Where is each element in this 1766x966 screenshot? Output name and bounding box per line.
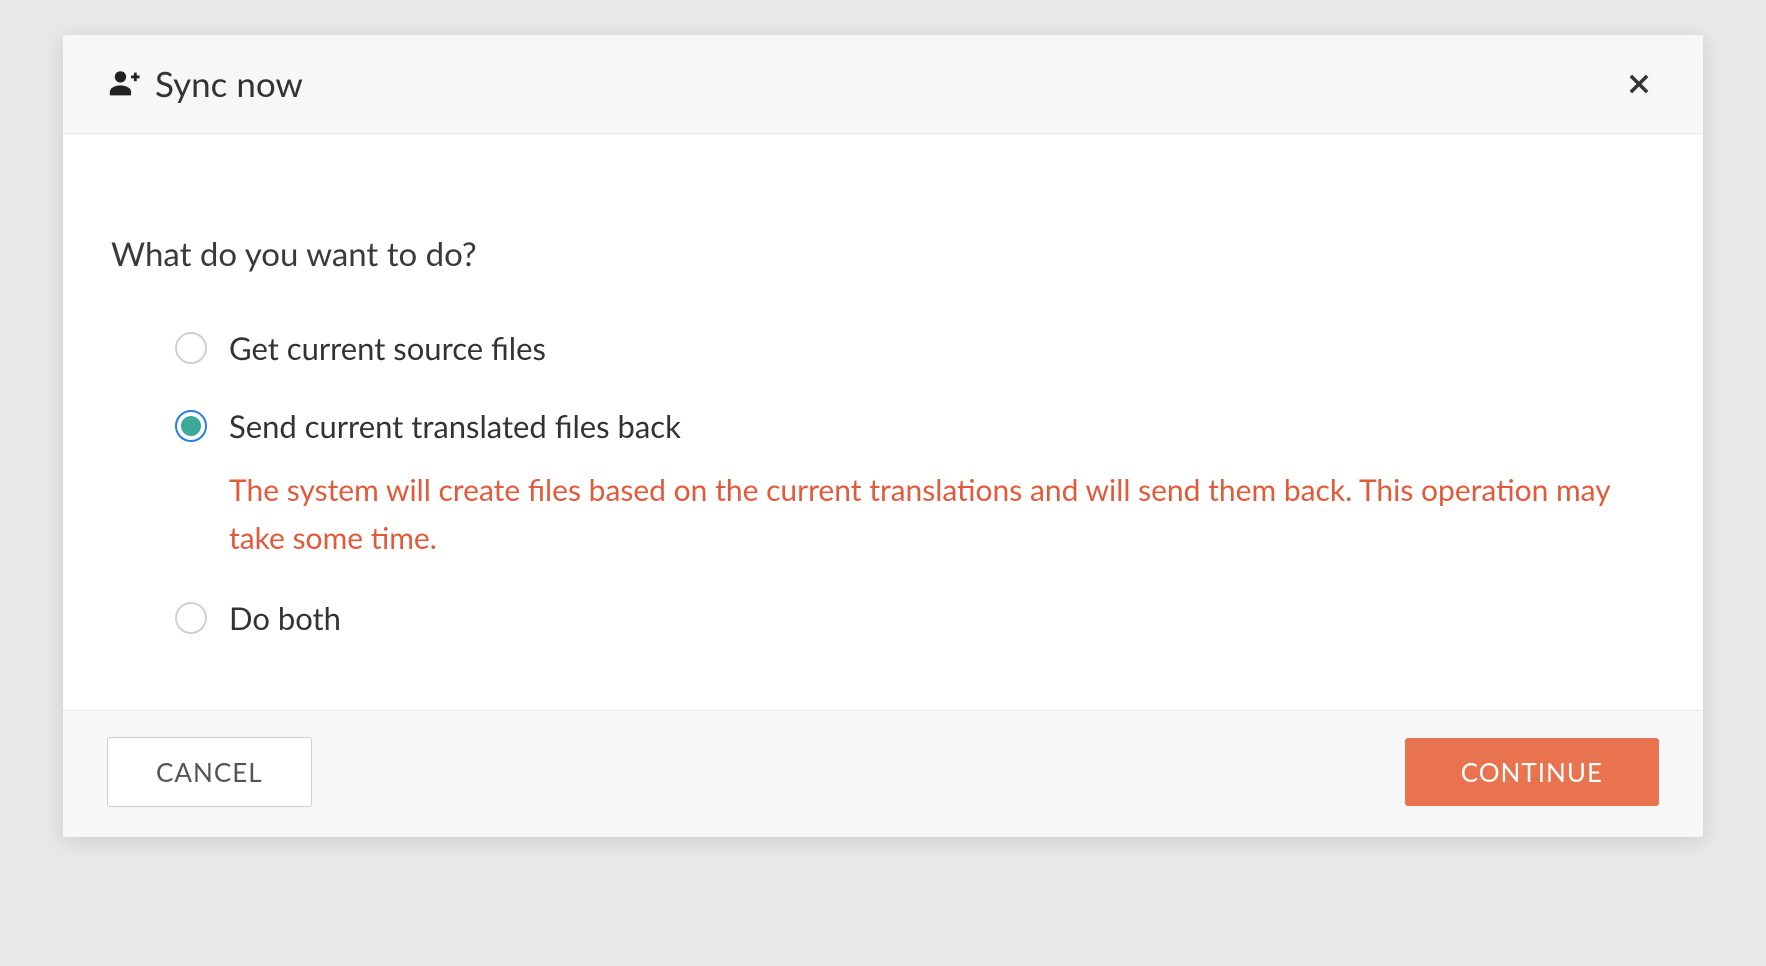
prompt-text: What do you want to do?: [111, 234, 1655, 274]
person-add-icon: [107, 67, 141, 101]
option-do-both[interactable]: Do both: [175, 598, 1655, 640]
continue-button[interactable]: CONTINUE: [1405, 738, 1659, 806]
options-group: Get current source files Send current tr…: [111, 328, 1655, 640]
cancel-button[interactable]: CANCEL: [107, 737, 312, 807]
sync-dialog: Sync now What do you want to do? Get cur…: [63, 35, 1703, 837]
radio-get-source[interactable]: [175, 332, 207, 364]
option-label: Do both: [229, 598, 1655, 640]
dialog-title-wrap: Sync now: [107, 63, 303, 105]
option-label: Send current translated files back: [229, 406, 1655, 448]
option-send-translated[interactable]: Send current translated files back The s…: [175, 406, 1655, 562]
option-label: Get current source files: [229, 328, 1655, 370]
dialog-title: Sync now: [155, 63, 303, 105]
option-description: The system will create files based on th…: [229, 466, 1655, 562]
option-get-source[interactable]: Get current source files: [175, 328, 1655, 370]
dialog-header: Sync now: [63, 35, 1703, 134]
dialog-body: What do you want to do? Get current sour…: [63, 134, 1703, 710]
dialog-footer: CANCEL CONTINUE: [63, 710, 1703, 837]
radio-do-both[interactable]: [175, 602, 207, 634]
close-icon: [1625, 70, 1653, 98]
close-button[interactable]: [1619, 64, 1659, 104]
radio-send-translated[interactable]: [175, 410, 207, 442]
